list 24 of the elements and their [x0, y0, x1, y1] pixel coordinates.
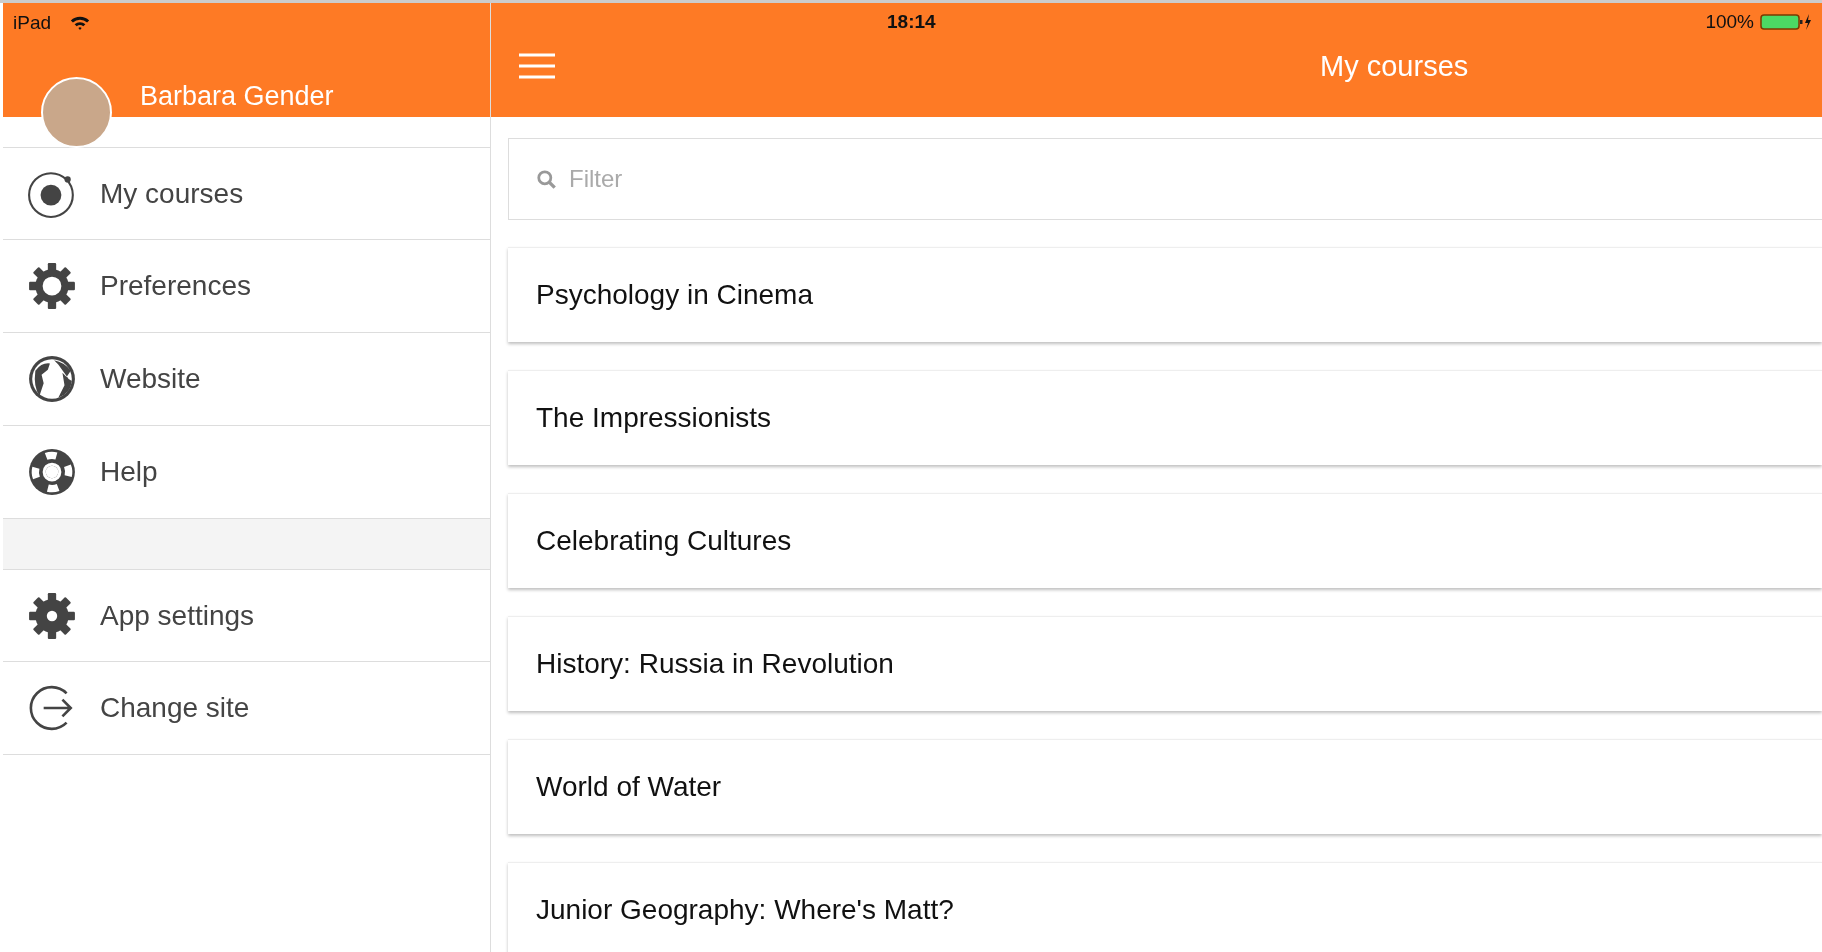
- wifi-icon: [70, 15, 90, 31]
- gear-icon: [27, 261, 77, 311]
- lifebuoy-icon: [27, 447, 77, 497]
- filter-field[interactable]: Filter: [508, 138, 1822, 220]
- menu-item[interactable]: Change site: [3, 662, 490, 755]
- menu-item[interactable]: Website: [3, 333, 490, 426]
- globe-icon: [27, 354, 77, 404]
- course-card[interactable]: Junior Geography: Where's Matt?: [508, 862, 1822, 952]
- course-card[interactable]: World of Water: [508, 739, 1822, 834]
- device-name: iPad: [13, 12, 52, 34]
- clock: 18:14: [887, 11, 936, 33]
- menu-item[interactable]: App settings: [3, 569, 490, 662]
- menu-item[interactable]: My courses: [3, 147, 490, 240]
- page-title: My courses: [1319, 49, 1470, 83]
- battery-percent: 100%: [1705, 11, 1754, 33]
- course-card[interactable]: Psychology in Cinema: [508, 247, 1822, 342]
- course-card[interactable]: The Impressionists: [508, 370, 1822, 465]
- user-name: Barbara Gender: [140, 81, 334, 112]
- gear-icon: [27, 590, 77, 641]
- battery-icon: [1760, 13, 1812, 31]
- menu-button[interactable]: [519, 53, 555, 79]
- menu-item[interactable]: Preferences: [3, 240, 490, 333]
- course-card[interactable]: Celebrating Cultures: [508, 493, 1822, 588]
- course-card[interactable]: History: Russia in Revolution: [508, 616, 1822, 711]
